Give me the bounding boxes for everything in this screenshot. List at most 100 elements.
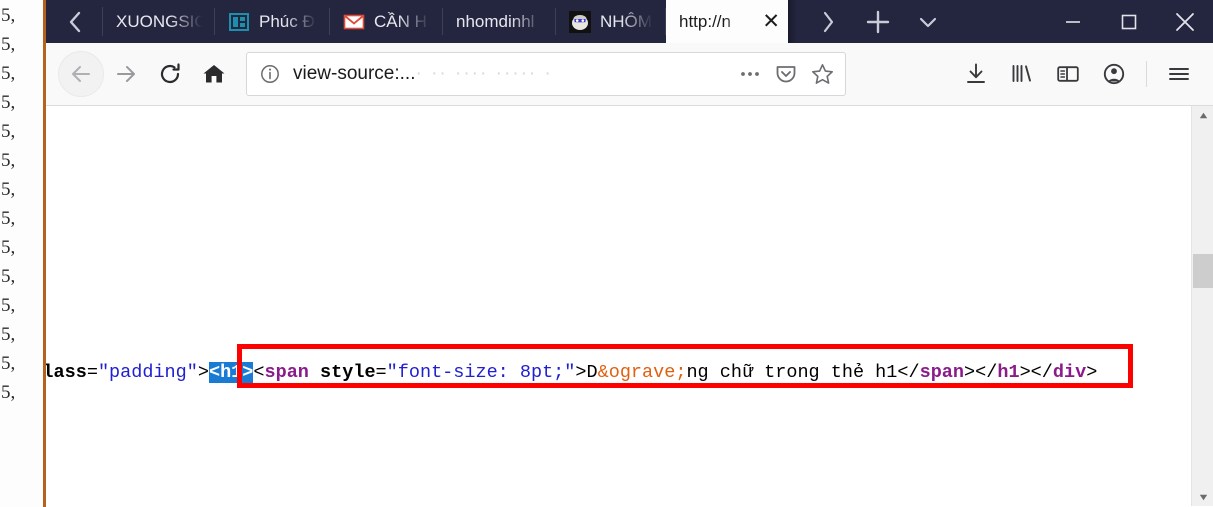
code-token-plain: = — [375, 362, 387, 383]
close-icon — [1176, 12, 1194, 31]
toolbar-divider — [1146, 61, 1147, 87]
hamburger-menu-icon — [1169, 68, 1189, 80]
account-icon — [1103, 63, 1125, 85]
tab-label: nhomdinhl — [456, 11, 543, 32]
chevron-left-icon — [69, 11, 80, 32]
app-menu-button[interactable] — [1157, 52, 1201, 96]
teal-door-icon — [229, 12, 249, 31]
code-token-plain: </ — [1030, 362, 1053, 383]
list-all-tabs-button[interactable] — [903, 0, 953, 43]
toolbar-right-actions — [954, 52, 1201, 96]
view-source-content[interactable]: iv class="padding"><h1><span style="font… — [46, 106, 1213, 506]
tabstrip-actions — [797, 0, 953, 43]
firefox-window: XUONGSIG Phúc Đ CẦN H nhomdinhl NHÔM htt… — [46, 0, 1213, 507]
maximize-icon — [1121, 14, 1137, 29]
photo-avatar-icon — [569, 10, 591, 33]
reload-button[interactable] — [148, 52, 192, 96]
home-button[interactable] — [192, 52, 236, 96]
sidebar-button[interactable] — [1046, 52, 1090, 96]
code-token-plain: > — [197, 362, 209, 383]
background-gutter-line: 5, — [1, 121, 16, 142]
tab-view-source-active[interactable]: http://n ✕ — [666, 0, 788, 43]
code-token-tag: span — [264, 362, 309, 383]
background-gutter-line: 5, — [1, 208, 16, 229]
gmail-icon — [343, 14, 365, 29]
background-gutter-line: 5, — [1, 382, 16, 403]
code-token-val: "padding" — [97, 362, 198, 383]
background-gutter-line: 5, — [1, 150, 16, 171]
background-gutter-line: 5, — [1, 266, 16, 287]
close-icon[interactable]: ✕ — [762, 11, 780, 32]
code-token-plain: > — [1086, 362, 1098, 383]
minimize-button[interactable] — [1045, 0, 1101, 43]
info-circle-icon[interactable] — [259, 63, 281, 85]
home-icon — [203, 65, 225, 83]
navigation-toolbar: view-source:...· ·· ···· ····· · — [46, 43, 1213, 106]
background-gutter-line: 5, — [1, 324, 16, 345]
background-gutter-line: 5, — [1, 34, 16, 55]
maximize-button[interactable] — [1101, 0, 1157, 43]
library-icon — [1012, 65, 1031, 82]
code-token-plain: < — [253, 362, 265, 383]
code-token-tag: span — [919, 362, 965, 383]
url-ghost-text: · ·· ···· ····· · — [415, 63, 553, 84]
background-gutter-line: 5, — [1, 179, 16, 200]
code-token-plain: ng chữ trong thẻ h1 — [686, 362, 898, 383]
code-token-attr: class — [46, 362, 87, 383]
tab-label: XUONGSIG — [116, 11, 202, 32]
vertical-scrollbar[interactable] — [1191, 106, 1213, 506]
chevron-right-icon — [823, 11, 834, 32]
minimize-icon — [1066, 20, 1080, 23]
download-icon — [967, 63, 985, 83]
tab-label: NHÔM — [600, 11, 653, 32]
tab-nhom[interactable]: NHÔM — [556, 0, 666, 43]
forward-button[interactable] — [104, 52, 148, 96]
code-token-plain: > — [1019, 362, 1031, 383]
background-gutter-line: 5, — [1, 353, 16, 374]
tab-label: CẦN H — [374, 11, 430, 32]
tab-phuc-d[interactable]: Phúc Đ — [215, 0, 330, 43]
reload-icon — [160, 63, 180, 84]
url-value: view-source:... — [293, 63, 416, 84]
scroll-tabs-right-button[interactable] — [803, 0, 853, 43]
tab-label: http://n — [679, 11, 752, 32]
url-bar[interactable]: view-source:...· ·· ···· ····· · — [246, 52, 846, 96]
browser-window: 5, 5, 5, 5, 5, 5, 5, 5, 5, 5, 5, 5, 5, 5, XUONGSIG — [0, 0, 1213, 507]
scrollbar-thumb[interactable] — [1193, 254, 1213, 288]
account-button[interactable] — [1092, 52, 1136, 96]
sidebar-icon — [1057, 66, 1079, 82]
downloads-button[interactable] — [954, 52, 998, 96]
tab-strip: XUONGSIG Phúc Đ CẦN H nhomdinhl NHÔM htt… — [46, 0, 1213, 43]
pocket-icon[interactable] — [774, 62, 798, 86]
code-token-attr: style — [320, 362, 376, 383]
background-gutter-line: 5, — [1, 5, 16, 26]
code-token-tag: div — [1052, 362, 1087, 383]
url-input[interactable]: view-source:...· ·· ···· ····· · — [293, 63, 726, 85]
selected-token: <h1> — [208, 362, 254, 383]
ellipsis-icon[interactable] — [738, 63, 762, 85]
star-icon[interactable] — [810, 62, 835, 87]
back-button[interactable] — [58, 51, 104, 97]
tab-xuongsig[interactable]: XUONGSIG — [103, 0, 215, 43]
scroll-tabs-left-button[interactable] — [46, 0, 103, 43]
background-gutter-line: 5, — [1, 92, 16, 113]
new-tab-button[interactable] — [853, 0, 903, 43]
back-arrow-icon — [72, 66, 90, 82]
library-button[interactable] — [1000, 52, 1044, 96]
background-gutter-line: 5, — [1, 237, 16, 258]
code-token-plain: >D — [575, 362, 598, 383]
tab-nhomdinhl[interactable]: nhomdinhl — [443, 0, 556, 43]
scroll-up-arrow-icon[interactable] — [1192, 106, 1213, 124]
tab-can-h[interactable]: CẦN H — [330, 0, 443, 43]
window-controls — [1045, 0, 1213, 43]
close-window-button[interactable] — [1157, 0, 1213, 43]
code-token-plain: > — [964, 362, 976, 383]
tab-shadow — [788, 0, 797, 43]
tab-label: Phúc Đ — [259, 11, 317, 32]
code-token-plain: </ — [897, 362, 920, 383]
code-token-tag: h1 — [997, 362, 1020, 383]
scroll-down-arrow-icon[interactable] — [1192, 488, 1213, 506]
background-gutter-line: 5, — [1, 295, 16, 316]
source-code-line[interactable]: iv class="padding"><h1><span style="font… — [46, 362, 1097, 384]
